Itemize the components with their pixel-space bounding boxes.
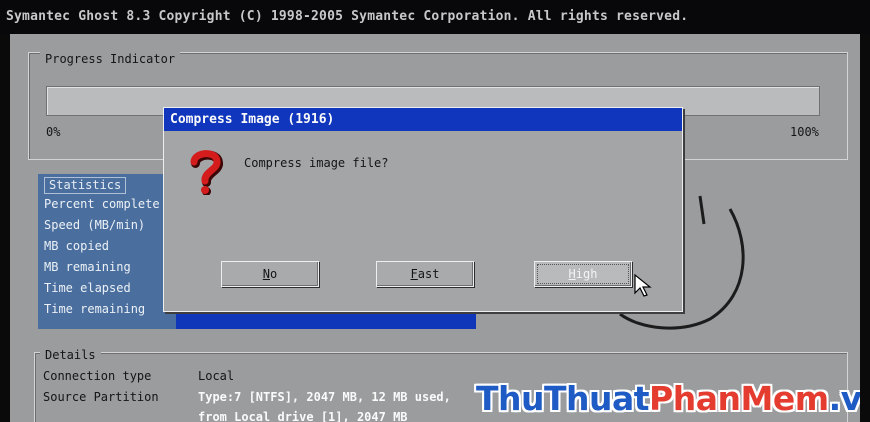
dialog-title-bar: Compress Image (1916) (164, 108, 682, 131)
no-button[interactable]: No (221, 261, 319, 287)
ghost-main-window: Progress Indicator 0% 100% Statistics Pe… (10, 34, 860, 422)
fast-button-label: ast (417, 267, 440, 281)
no-button-label: o (270, 267, 278, 281)
stat-mb-copied: MB copied (44, 239, 110, 253)
dialog-message: Compress image file? (244, 156, 389, 170)
compress-image-dialog: Compress Image (1916) Compress image fil… (163, 107, 683, 312)
stat-percent-complete: Percent complete (44, 197, 160, 211)
source-partition-label: Source Partition (43, 390, 159, 404)
mouse-cursor-icon (634, 274, 652, 297)
source-partition-value-line1: Type:7 [NTFS], 2047 MB, 12 MB used, (198, 390, 451, 404)
question-mark-icon (190, 150, 223, 195)
progress-indicator-label: Progress Indicator (40, 51, 181, 67)
statistics-group-label: Statistics (44, 177, 127, 194)
watermark-part1: ThuThuat (476, 379, 650, 418)
connection-type-label: Connection type (43, 369, 152, 383)
progress-end-label: 100% (790, 125, 819, 139)
no-button-accel: N (262, 267, 270, 281)
fast-button[interactable]: Fast (376, 261, 474, 287)
watermark-part2: PhanMem (649, 379, 829, 418)
app-title-bar: Symantec Ghost 8.3 Copyright (C) 1998-20… (0, 0, 870, 34)
stat-speed: Speed (MB/min) (44, 218, 146, 232)
high-button-label: igh (575, 267, 598, 281)
progress-start-label: 0% (46, 125, 61, 139)
stat-time-elapsed: Time elapsed (44, 281, 131, 295)
source-partition-value-line2: from Local drive [1], 2047 MB (198, 410, 408, 422)
stat-mb-remaining: MB remaining (44, 260, 131, 274)
high-button[interactable]: High (534, 261, 632, 287)
fast-button-accel: F (410, 267, 418, 281)
connection-type-value: Local (198, 369, 235, 383)
details-group-label: Details (40, 347, 101, 363)
stat-time-remaining: Time remaining (44, 302, 146, 316)
high-button-accel: H (568, 267, 576, 281)
watermark-part3: .vn (828, 379, 860, 418)
watermark-logo: ThuThuatPhanMem.vn (476, 379, 860, 418)
